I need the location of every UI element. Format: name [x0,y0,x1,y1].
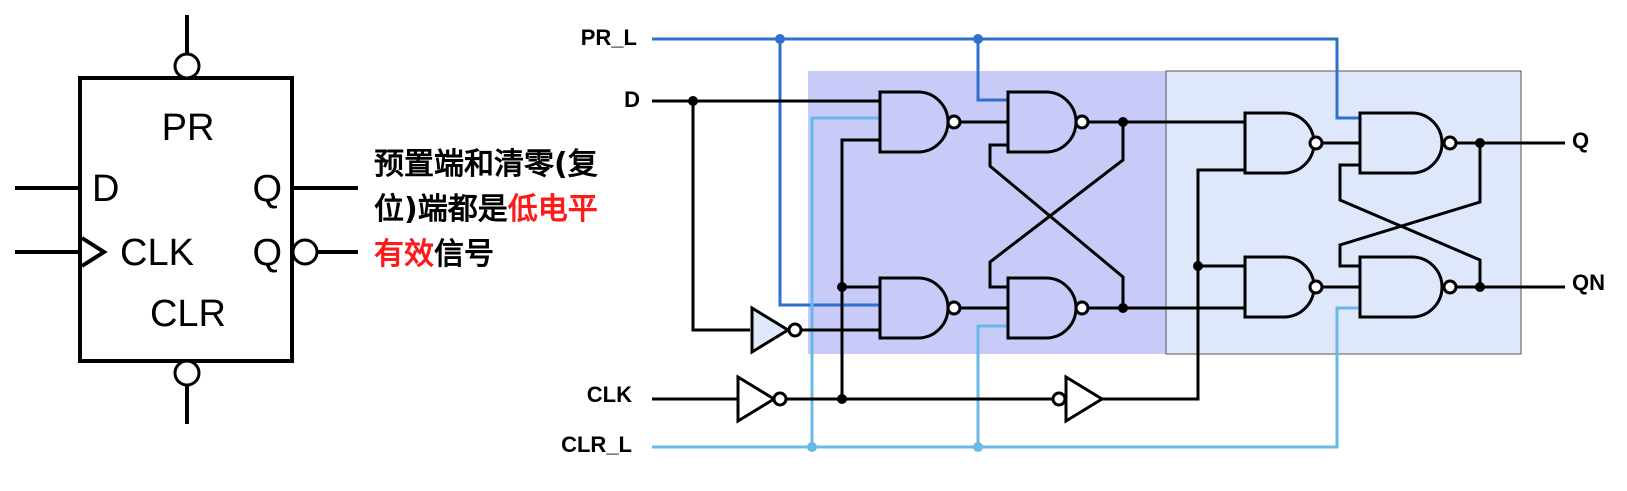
pin-label-pr: PR [162,107,215,149]
inverter-clk-slave [1051,374,1105,424]
pin-label-q: Q [252,168,282,210]
master-latch-region [808,71,1166,354]
signal-label-clr-l: CLR_L [561,432,632,457]
note-line-2-text: 位)端都是 [374,192,508,227]
dff-symbol: PR D CLK Q Q CLR [15,15,358,424]
note-line-3: 有效信号 [374,237,494,272]
annotation-note: 预置端和清零(复 位)端都是低电平 有效信号 [374,147,598,272]
inverter-d [750,305,803,355]
inverter-clk-in [736,374,788,424]
pin-label-clr: CLR [150,293,226,335]
note-line-1: 预置端和清零(复 [374,147,598,182]
note-line-3-text: 信号 [434,237,494,272]
slave-latch-region [1165,70,1522,355]
note-line-2-emphasis: 低电平 [507,192,598,227]
schematic: PR_L D CLK CLR_L Q QN [561,25,1605,457]
signal-label-q: Q [1572,128,1589,153]
pin-label-qn: Q [252,232,282,274]
signal-label-qn: QN [1572,270,1605,295]
signal-label-clk: CLK [587,382,632,407]
clr-pin-bubble [173,359,201,387]
pin-label-d: D [92,168,119,210]
note-line-3-emphasis: 有效 [374,237,434,272]
signal-label-pr-l: PR_L [581,25,637,50]
qn-pin-bubble [291,238,319,266]
signal-label-d: D [624,87,640,112]
note-line-2: 位)端都是低电平 [374,192,598,227]
pr-pin-bubble [173,52,201,80]
pin-label-clk: CLK [120,232,194,274]
